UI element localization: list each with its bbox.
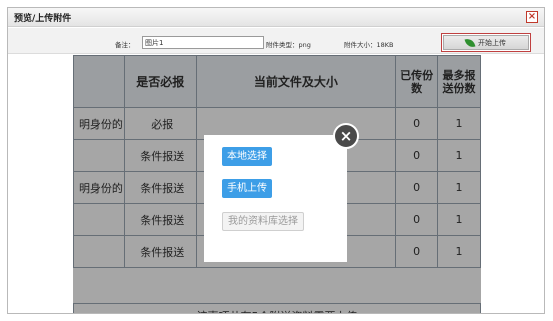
dialog-title: 预览/上传附件 bbox=[14, 14, 72, 24]
start-upload-label: 开始上传 bbox=[478, 38, 506, 47]
start-upload-wrapper: 开始上传 bbox=[441, 33, 531, 52]
dialog-close-icon[interactable]: × bbox=[526, 11, 538, 23]
note-label: 备注： bbox=[115, 41, 135, 49]
dialog-content: 是否必报 当前文件及大小 已传份数 最多报送份数 明身份的 必报 0 1 条件报… bbox=[8, 55, 544, 313]
popup-close-icon[interactable]: × bbox=[333, 123, 359, 149]
start-upload-button[interactable]: 开始上传 bbox=[443, 35, 529, 50]
attachment-size-label: 附件大小：18KB bbox=[344, 41, 394, 49]
dialog-titlebar: 预览/上传附件 × bbox=[8, 8, 544, 27]
attachment-type-label: 附件类型：png bbox=[266, 41, 311, 49]
upload-method-popup: 本地选择 手机上传 我的资料库选择 bbox=[204, 135, 347, 262]
library-select-button[interactable]: 我的资料库选择 bbox=[222, 212, 304, 231]
phone-upload-button[interactable]: 手机上传 bbox=[222, 179, 272, 198]
note-input[interactable] bbox=[142, 36, 264, 49]
local-select-button[interactable]: 本地选择 bbox=[222, 147, 272, 166]
attachment-info-bar: 备注： 附件类型：png 附件大小：18KB 开始上传 bbox=[8, 28, 544, 54]
leaf-icon bbox=[464, 36, 476, 49]
upload-dialog: 预览/上传附件 × 备注： 附件类型：png 附件大小：18KB 开始上传 是否… bbox=[7, 7, 545, 314]
